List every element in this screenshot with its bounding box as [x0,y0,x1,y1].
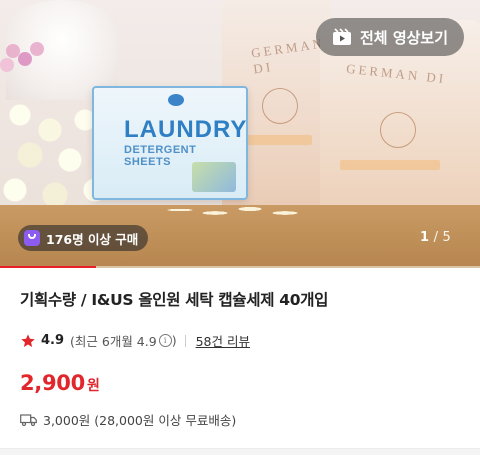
pager-total: 5 [442,230,451,245]
pouch-label-band [242,135,312,145]
gallery-progress-fill [0,266,96,268]
rating-row: 4.9 (최근 6개월 4.9 i ) 58건 리뷰 [20,331,250,350]
recent-rating-label: (최근 6개월 4.9 [70,334,157,349]
table-capsules [160,195,340,225]
rating-score: 4.9 [41,333,65,348]
view-full-video-button[interactable]: 전체 영상보기 [316,18,464,56]
buyers-count-badge: 176명 이상 구매 [18,225,149,251]
pouch-brand-text: GERMAN DI [345,60,447,87]
pager-current: 1 [420,230,430,245]
laundry-detergent-box: LAUNDRY DETERGENT SHEETS [92,86,248,200]
video-play-icon [333,28,351,45]
pouch-seal [262,88,298,124]
view-full-video-label: 전체 영상보기 [360,28,449,47]
gallery-progress-track [0,266,480,268]
pouch-seal [380,112,416,148]
box-logo [168,94,184,106]
price-amount: 2,900 [20,371,85,395]
shipping-row: 3,000원 (28,000원 이상 무료배송) [20,410,236,429]
image-pager: 1 / 5 [420,230,451,245]
box-brand-text: LAUNDRY [124,116,248,143]
rating-divider [184,334,186,347]
star-icon [21,333,35,347]
review-count-link[interactable]: 58건 리뷰 [196,331,250,350]
price-row: 2,900 원 [20,371,100,395]
info-icon[interactable]: i [158,334,172,347]
shipping-info: 3,000원 (28,000원 이상 무료배송) [43,413,237,428]
delivery-truck-icon [20,413,37,426]
product-info: 기획수량 / I&US 올인원 세탁 캡슐세제 40개입 4.9 (최근 6개월… [20,288,460,428]
product-title: 기획수량 / I&US 올인원 세탁 캡슐세제 40개입 [20,291,329,309]
buyers-count-label: 176명 이상 구매 [46,231,139,247]
pouch-label-band [340,160,440,170]
pager-divider: / [433,230,438,245]
product-image-gallery[interactable]: GERMAN DI GERMAN DI LAUNDRY DETERGENT SH… [0,0,480,268]
background-flowers [0,40,60,80]
price-currency: 원 [86,378,100,394]
recent-rating-close: ) [171,333,177,348]
box-illustration [192,162,236,192]
shopping-bag-icon [24,230,40,246]
